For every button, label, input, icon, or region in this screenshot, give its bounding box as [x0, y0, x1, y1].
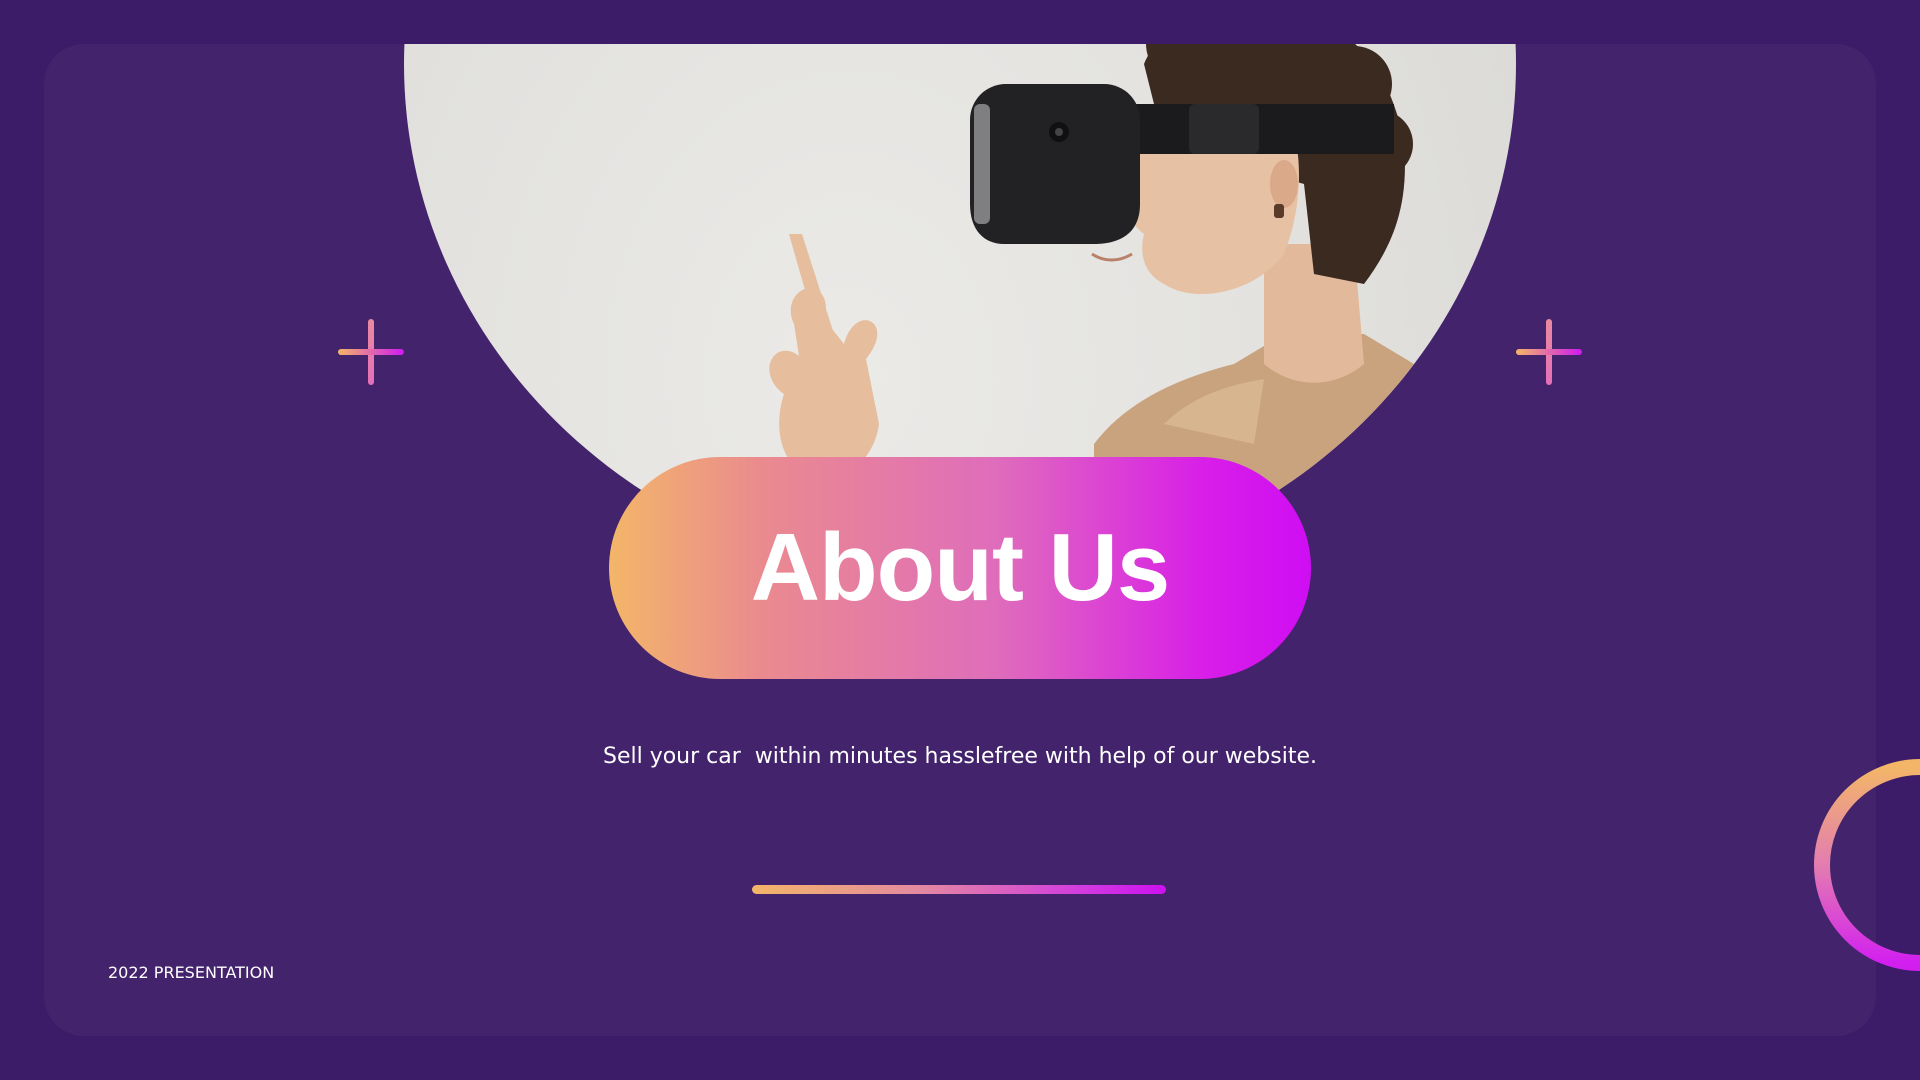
slide-card: About Us Sell your car within minutes ha…: [44, 44, 1876, 1036]
slide-title: About Us: [750, 514, 1171, 621]
plus-icon-right: [1516, 319, 1582, 385]
footer-label: 2022 PRESENTATION: [108, 963, 275, 982]
ring-icon: [1814, 759, 1920, 971]
title-pill: About Us: [609, 457, 1311, 679]
plus-icon-left: [338, 319, 404, 385]
gradient-divider: [752, 885, 1166, 894]
slide-subtitle: Sell your car within minutes hasslefree …: [602, 744, 1317, 769]
